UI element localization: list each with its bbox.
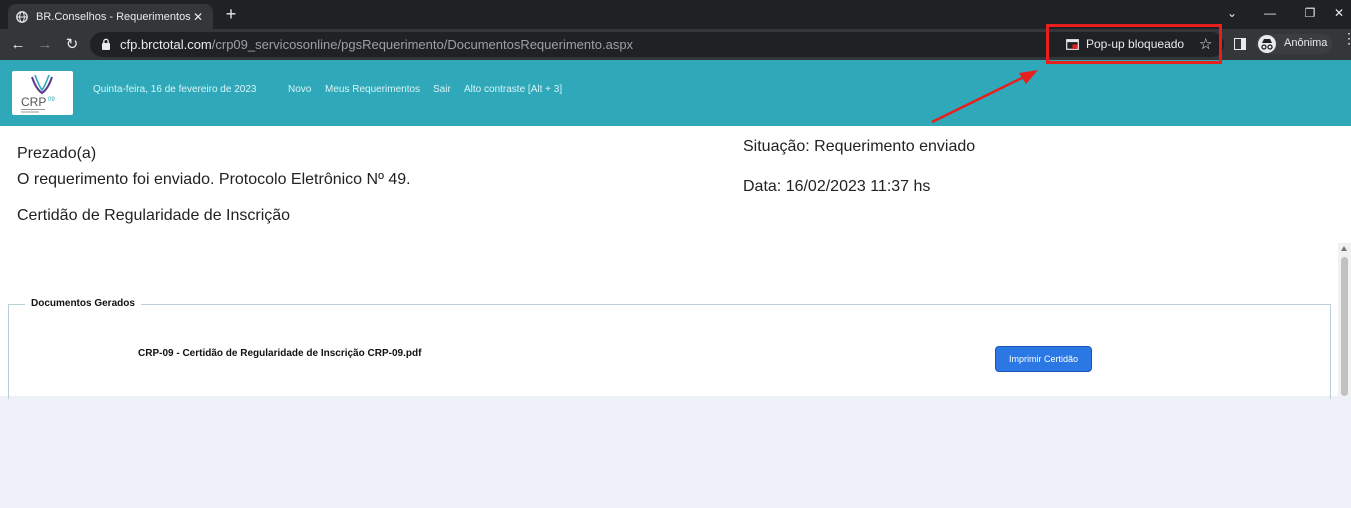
forward-button[interactable]: →: [35, 35, 55, 55]
url-path: /crp09_servicosonline/pgsRequerimento/Do…: [211, 37, 634, 52]
nav-link-meus-requerimentos[interactable]: Meus Requerimentos: [325, 84, 420, 95]
request-date: Data: 16/02/2023 11:37 hs: [743, 178, 931, 195]
header-date: Quinta-feira, 16 de fevereiro de 2023: [93, 84, 257, 95]
logo-superscript: 09: [48, 97, 55, 103]
request-status: Situação: Requerimento enviado: [743, 138, 976, 155]
incognito-icon: [1258, 35, 1276, 53]
site-header: CRP 09 Quinta-feira, 16 de fevereiro de …: [0, 60, 1351, 126]
reload-button[interactable]: ↻: [62, 35, 82, 55]
nav-link-novo[interactable]: Novo: [288, 84, 311, 95]
nav-link-alto-contraste[interactable]: Alto contraste [Alt + 3]: [464, 84, 562, 95]
url-domain: cfp.brctotal.com: [120, 37, 212, 52]
window-close-button[interactable]: ✕: [1319, 3, 1351, 23]
scroll-up-icon[interactable]: [1341, 246, 1347, 251]
nav-link-sair[interactable]: Sair: [433, 84, 451, 95]
documents-fieldset: Documentos Gerados CRP-09 - Certidão de …: [8, 298, 1331, 399]
logo-text: CRP: [21, 95, 46, 109]
menu-icon[interactable]: ⋮: [1342, 31, 1351, 45]
greeting: Prezado(a): [17, 145, 97, 162]
popup-blocked-label[interactable]: Pop-up bloqueado: [1086, 37, 1184, 51]
tab-title: BR.Conselhos - Requerimentos O: [36, 10, 191, 23]
popup-blocked-icon[interactable]: [1066, 39, 1079, 50]
lock-icon: [102, 38, 110, 50]
page-scrollbar[interactable]: [1338, 243, 1351, 396]
tab-search-icon[interactable]: ⌄: [1212, 3, 1252, 23]
back-button[interactable]: ←: [8, 35, 28, 55]
new-tab-button[interactable]: +: [222, 5, 240, 23]
scrollbar-thumb[interactable]: [1341, 257, 1348, 396]
globe-icon: [16, 10, 28, 23]
incognito-profile-button[interactable]: Anônima: [1256, 34, 1332, 54]
bookmark-star-icon[interactable]: ☆: [1199, 35, 1212, 53]
minimize-button[interactable]: —: [1250, 3, 1290, 23]
tab-close-icon[interactable]: ✕: [191, 10, 205, 24]
document-file-name: CRP-09 - Certidão de Regularidade de Ins…: [138, 348, 422, 359]
request-type: Certidão de Regularidade de Inscrição: [17, 207, 291, 224]
print-certificate-button[interactable]: Imprimir Certidão: [995, 346, 1092, 372]
crp-logo[interactable]: CRP 09: [12, 71, 73, 115]
profile-label: Anônima: [1284, 37, 1328, 49]
side-panel-icon[interactable]: [1234, 38, 1246, 50]
browser-tab[interactable]: BR.Conselhos - Requerimentos O ✕: [8, 4, 213, 29]
url-text: cfp.brctotal.com/crp09_servicosonline/pg…: [120, 37, 633, 52]
confirmation-message: O requerimento foi enviado. Protocolo El…: [17, 171, 411, 188]
documents-legend: Documentos Gerados: [25, 298, 141, 309]
